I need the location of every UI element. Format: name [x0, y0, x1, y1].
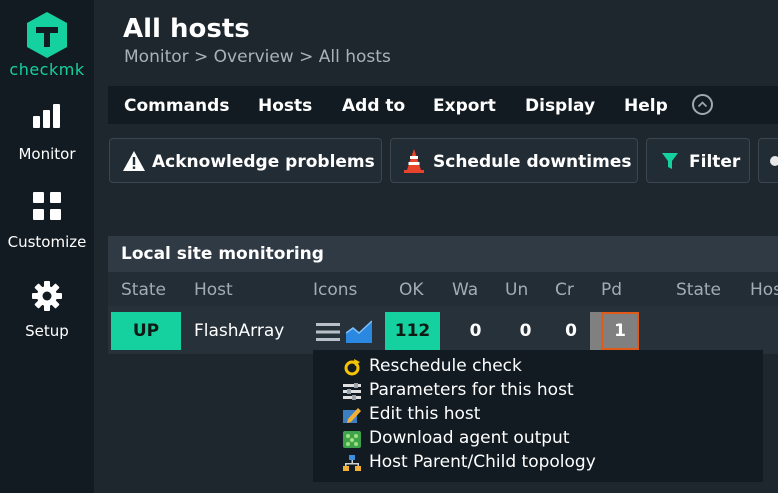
perfgraph-button[interactable] [345, 312, 373, 350]
col-host-2[interactable]: Hos [750, 280, 778, 300]
traffic-cone-icon [404, 149, 424, 173]
menu-item-label: Edit this host [369, 404, 481, 424]
toggle-button[interactable] [758, 138, 778, 183]
filter-label: Filter [689, 152, 741, 172]
site-title: Local site monitoring [121, 244, 324, 264]
download-agent-icon [343, 431, 361, 448]
col-warning[interactable]: Wa [452, 280, 478, 300]
reschedule-icon [344, 359, 360, 376]
menu-item-label: Host Parent/Child topology [369, 452, 596, 472]
status-badge: UP [111, 312, 181, 350]
host-link[interactable]: FlashArray [194, 312, 284, 350]
page-title: All hosts [123, 14, 250, 44]
col-host[interactable]: Host [194, 280, 233, 300]
sidebar-item-label: Customize [7, 233, 87, 251]
menu-add-to[interactable]: Add to [342, 96, 405, 116]
host-context-menu: Reschedule check Parameters for this hos… [313, 350, 763, 482]
menu-hosts[interactable]: Hosts [258, 96, 312, 116]
collapse-menu-button[interactable] [692, 94, 713, 115]
pending-count[interactable]: 1 [601, 312, 639, 350]
sidebar-item-monitor[interactable]: Monitor [0, 102, 94, 163]
checkmk-logo-icon [27, 12, 67, 58]
menu-bar: Commands Hosts Add to Export Display Hel… [108, 86, 778, 124]
warning-icon [123, 151, 145, 171]
menu-item-label: Reschedule check [369, 356, 522, 376]
sidebar-item-customize[interactable]: Customize [0, 190, 94, 251]
graph-icon [346, 320, 372, 343]
sidebar-item-label: Setup [25, 322, 69, 340]
parameters-icon [343, 383, 361, 400]
host-table: Local site monitoring State Host Icons O… [108, 236, 778, 354]
acknowledge-problems-button[interactable]: Acknowledge problems [109, 138, 382, 183]
col-critical[interactable]: Cr [555, 280, 574, 300]
edit-icon [343, 408, 361, 423]
checkmk-logo[interactable] [0, 10, 94, 64]
hamburger-menu-icon [316, 323, 340, 341]
host-menu-button[interactable] [314, 312, 342, 350]
site-header: Local site monitoring [108, 236, 778, 272]
menu-item-label: Download agent output [369, 428, 570, 448]
menu-item-label: Parameters for this host [369, 380, 574, 400]
col-unknown[interactable]: Un [505, 280, 528, 300]
gear-icon [32, 281, 62, 311]
ok-count[interactable]: 112 [385, 312, 440, 350]
menu-commands[interactable]: Commands [124, 96, 229, 116]
filter-button[interactable]: Filter [646, 138, 750, 183]
breadcrumb: Monitor > Overview > All hosts [124, 47, 391, 67]
column-header-row: State Host Icons OK Wa Un Cr Pd State Ho… [108, 272, 778, 306]
grid-icon [33, 192, 61, 220]
col-ok[interactable]: OK [399, 280, 424, 300]
chevron-up-icon [697, 101, 708, 108]
sidebar-item-label: Monitor [18, 145, 76, 163]
schedule-downtimes-button[interactable]: Schedule downtimes [390, 138, 638, 183]
sidebar-item-setup[interactable]: Setup [0, 280, 94, 340]
col-state[interactable]: State [121, 280, 166, 300]
topology-icon [343, 455, 361, 471]
toggle-knob-icon [770, 156, 778, 166]
col-pending[interactable]: Pd [601, 280, 622, 300]
col-icons[interactable]: Icons [313, 280, 357, 300]
menu-display[interactable]: Display [525, 96, 595, 116]
menu-export[interactable]: Export [433, 96, 496, 116]
acknowledge-label: Acknowledge problems [152, 152, 375, 172]
logo-text: checkmk [9, 60, 85, 79]
bar-chart-icon [33, 104, 60, 128]
filter-icon [662, 153, 678, 169]
sidebar: checkmk Monitor Customize Setup [0, 0, 94, 493]
menu-help[interactable]: Help [624, 96, 668, 116]
schedule-label: Schedule downtimes [433, 152, 632, 172]
col-state-2[interactable]: State [676, 280, 721, 300]
